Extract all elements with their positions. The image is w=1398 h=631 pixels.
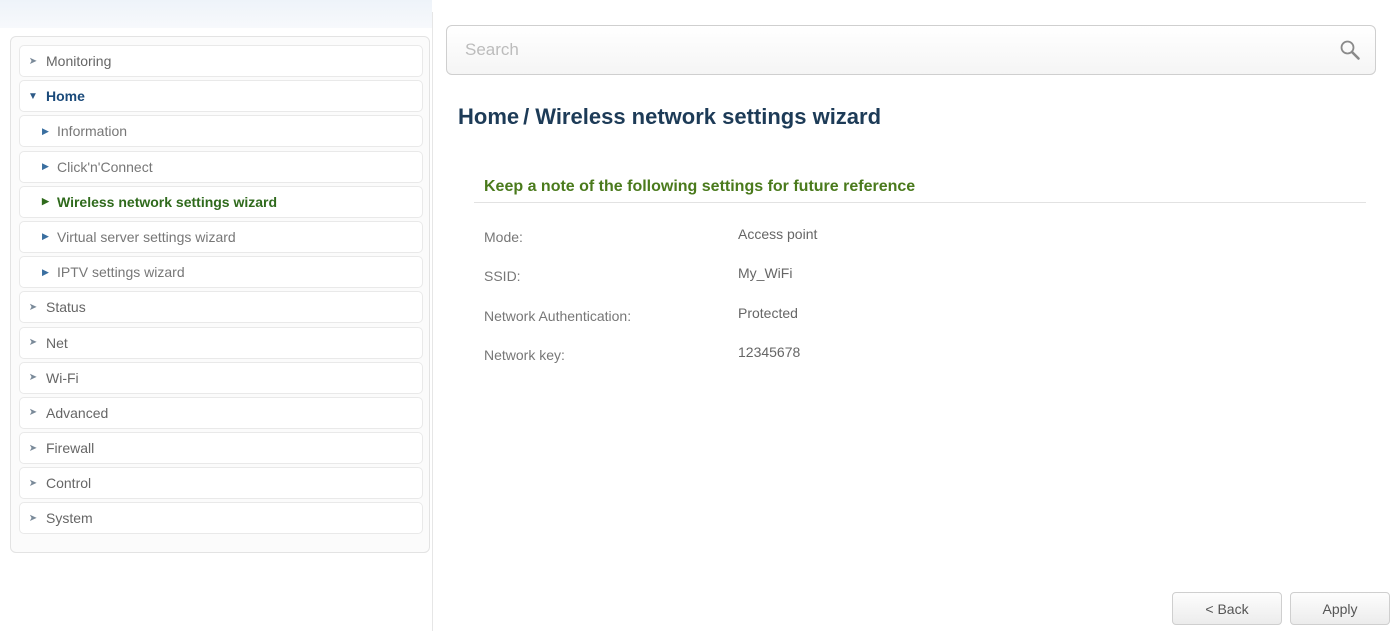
back-button[interactable]: < Back: [1172, 592, 1282, 625]
sidebar-item-label: Information: [57, 123, 128, 140]
network-key-label: Network key:: [484, 347, 565, 363]
sidebar-item-status[interactable]: ➤ Status: [19, 291, 423, 324]
sidebar-item-wireless-wizard[interactable]: ▶ Wireless network settings wizard: [19, 185, 423, 218]
circle-arrow-icon: ➤: [28, 512, 38, 524]
circle-arrow-icon: ➤: [28, 477, 38, 489]
sidebar-item-label: Click'n'Connect: [57, 158, 153, 175]
triangle-right-icon: ▶: [42, 231, 49, 242]
sidebar-item-label: Wireless network settings wizard: [57, 193, 278, 210]
breadcrumb-separator: /: [523, 104, 530, 129]
sidebar-item-monitoring[interactable]: ➤ Monitoring: [19, 45, 423, 77]
mode-label: Mode:: [484, 229, 523, 245]
triangle-right-icon: ▶: [42, 125, 49, 136]
sidebar-item-label: Net: [46, 334, 68, 351]
sidebar-item-label: Home: [46, 88, 85, 105]
sidebar-item-virtual-server-wizard[interactable]: ▶ Virtual server settings wizard: [19, 220, 423, 253]
sidebar-item-label: Firewall: [46, 440, 95, 457]
auth-value: Protected: [738, 305, 798, 321]
section-divider: [474, 202, 1366, 203]
circle-arrow-icon: ➤: [28, 301, 38, 313]
circle-arrow-icon: ➤: [28, 337, 38, 348]
sidebar-item-label: Virtual server settings wizard: [57, 228, 236, 245]
triangle-right-icon: ▶: [42, 266, 49, 277]
breadcrumb-current: Wireless network settings wizard: [535, 104, 882, 129]
circle-arrow-icon: ➤: [28, 55, 38, 67]
sidebar-item-iptv-wizard[interactable]: ▶ IPTV settings wizard: [19, 256, 423, 289]
sidebar-item-control[interactable]: ➤ Control: [19, 467, 423, 500]
sidebar-item-label: Monitoring: [46, 53, 112, 69]
search-bar: [446, 25, 1376, 75]
sidebar-item-clicknconnect[interactable]: ▶ Click'n'Connect: [19, 150, 423, 183]
mode-value: Access point: [738, 226, 818, 242]
auth-label: Network Authentication:: [484, 308, 632, 324]
circle-arrow-icon: ➤: [28, 372, 38, 384]
network-key-value: 12345678: [738, 344, 801, 360]
breadcrumb-parent[interactable]: Home: [458, 104, 519, 129]
section-title: Keep a note of the following settings fo…: [484, 178, 916, 195]
sidebar-item-wifi[interactable]: ➤ Wi-Fi: [19, 361, 423, 394]
sidebar-item-home[interactable]: ▼ Home: [19, 80, 423, 113]
triangle-right-icon: ▶: [42, 161, 49, 172]
sidebar-item-information[interactable]: ▶ Information: [19, 115, 423, 148]
search-icon[interactable]: [1339, 39, 1361, 61]
ssid-label: SSID:: [484, 268, 521, 284]
triangle-right-icon: ▶: [42, 196, 49, 207]
sidebar-item-advanced[interactable]: ➤ Advanced: [19, 396, 423, 429]
apply-button[interactable]: Apply: [1290, 592, 1390, 625]
sidebar-item-label: System: [46, 510, 93, 527]
sidebar-item-firewall[interactable]: ➤ Firewall: [19, 432, 423, 465]
sidebar-item-net[interactable]: ➤ Net: [19, 326, 423, 359]
page-title: Home / Wireless network settings wizard: [458, 104, 881, 130]
sidebar-item-label: Status: [46, 299, 86, 316]
circle-arrow-icon: ➤: [28, 442, 38, 454]
panel-divider: [432, 12, 433, 631]
sidebar-item-label: IPTV settings wizard: [57, 264, 185, 281]
sidebar-item-label: Control: [46, 475, 92, 492]
sidebar-item-label: Wi-Fi: [46, 369, 79, 386]
sidebar-panel: ➤ Monitoring ▼ Home ▶ Information ▶ Clic…: [0, 0, 432, 631]
ssid-value: My_WiFi: [738, 265, 793, 281]
circle-arrow-icon: ➤: [28, 407, 38, 419]
sidebar-item-system[interactable]: ➤ System: [19, 502, 423, 535]
circle-arrow-down-icon: ▼: [28, 90, 38, 102]
sidebar-menu: ➤ Monitoring ▼ Home ▶ Information ▶ Clic…: [10, 36, 430, 553]
sidebar-item-label: Advanced: [46, 404, 109, 421]
sidebar-top-bar: [0, 0, 432, 28]
search-input[interactable]: [465, 40, 1325, 60]
